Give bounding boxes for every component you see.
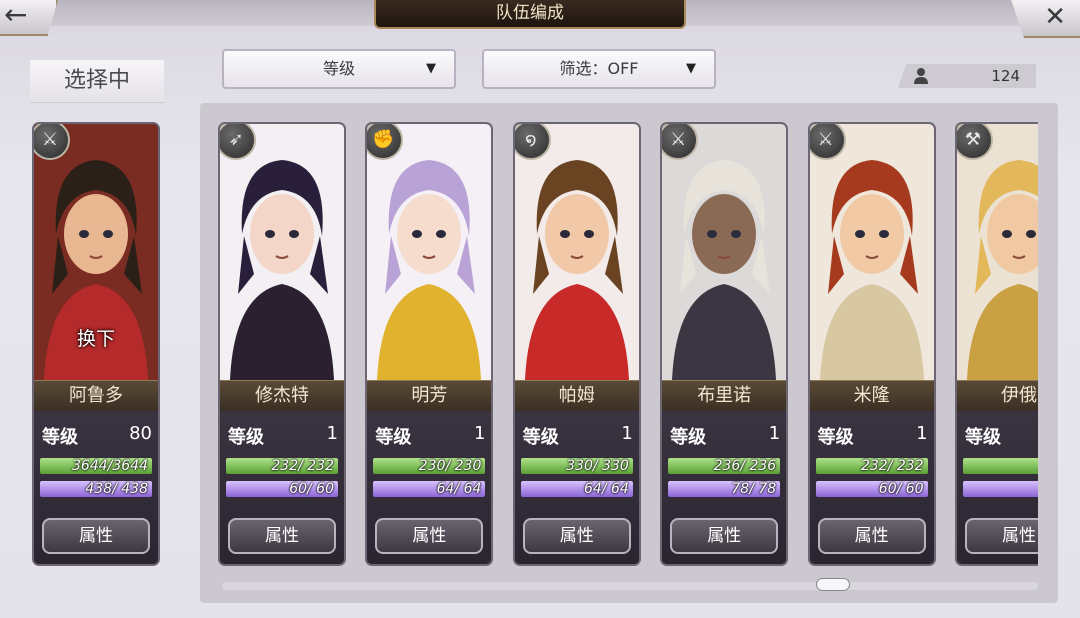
character-stats: 等级 1 232/ 232 60/ 60 属性 [809,411,934,564]
level-value: 1 [326,423,338,444]
mp-bar: 64/ 64 [373,481,486,497]
portrait-frame [957,124,1038,380]
character-portrait [220,124,344,380]
roster-count: 124 [898,64,1036,88]
character-name: 修杰特 [220,380,344,412]
level-value: 1 [473,423,486,444]
portrait-frame [662,124,787,380]
character-stats: 等级 1 232/ 232 60/ 60 属性 [220,411,344,564]
level-value: 1 [916,423,928,444]
hp-bar: 232/ 232 [226,458,338,474]
portrait-frame [809,124,934,380]
portrait-frame [514,124,639,380]
swap-out-label[interactable]: 换下 [34,324,158,351]
portrait-frame [367,124,492,380]
roster-list[interactable]: ➶ 修杰特 等级 1 232/ 232 60/ 60 属性 ✊ 明芳 等级 1 [210,118,1038,578]
page-title: 队伍编成 [374,0,686,29]
filter-dropdown-label: 筛选：OFF [559,59,639,78]
level-row: 等级 80 [42,423,154,449]
roster-card[interactable]: ⚒ 伊俄 等级 1 236/ 78/ 属性 [955,122,1038,566]
roster-card[interactable]: ⚔ 布里诺 等级 1 236/ 236 78/ 78 属性 [660,122,789,566]
level-label: 等级 [670,427,707,448]
character-portrait [809,124,934,380]
level-label: 等级 [375,427,412,448]
roster-card[interactable]: ➶ 修杰特 等级 1 232/ 232 60/ 60 属性 [218,122,346,566]
character-name: 阿鲁多 [34,380,158,412]
attributes-button[interactable]: 属性 [375,518,484,554]
character-stats: 等级 1 236/ 236 78/ 78 属性 [662,411,787,564]
roster-card[interactable]: ໑ 帕姆 等级 1 330/ 330 64/ 64 属性 [512,122,641,566]
mp-bar: 78/ 78 [668,481,781,497]
level-label: 等级 [965,427,1001,448]
mp-bar: 60/ 60 [226,481,338,497]
roster-card[interactable]: ⚔ 米隆 等级 1 232/ 232 60/ 60 属性 [807,122,936,566]
level-label: 等级 [817,427,854,448]
attributes-button[interactable]: 属性 [817,518,926,554]
character-name: 伊俄 [957,380,1038,412]
attributes-button[interactable]: 属性 [965,518,1038,554]
character-portrait [662,124,787,380]
mp-bar: 64/ 64 [520,481,633,497]
mp-bar: 60/ 60 [815,481,928,497]
character-name: 米隆 [809,380,934,412]
level-row: 等级 1 [228,423,340,449]
level-value: 1 [621,423,633,444]
mp-bar: 438/ 438 [40,481,152,497]
level-row: 等级 1 [670,423,782,449]
level-row: 等级 1 [375,423,487,449]
chevron-down-icon: ▼ [426,61,436,76]
sort-dropdown-label: 等级 [322,59,355,78]
hp-bar: 236/ 236 [668,458,781,474]
chevron-down-icon: ▼ [686,61,696,76]
attributes-button[interactable]: 属性 [670,518,779,554]
roster-card[interactable]: ✊ 明芳 等级 1 230/ 230 64/ 64 属性 [365,122,494,566]
hp-bar: 3644/3644 [40,458,152,474]
character-stats: 等级 1 230/ 230 64/ 64 属性 [367,411,492,564]
attributes-button[interactable]: 属性 [522,518,631,554]
character-stats: 等级 80 3644/3644 438/ 438 属性 [34,411,158,564]
level-value: 80 [129,423,152,444]
mp-bar: 78/ [963,481,1038,497]
close-icon: ✕ [1044,2,1066,32]
hp-bar: 330/ 330 [520,458,633,474]
character-portrait [367,124,492,380]
character-portrait [957,124,1038,380]
attributes-button[interactable]: 属性 [42,518,150,554]
character-name: 帕姆 [514,380,639,412]
sort-dropdown[interactable]: 等级 ▼ [222,49,456,89]
back-arrow-icon: ← [4,0,28,31]
hp-bar: 232/ 232 [815,458,928,474]
character-portrait [514,124,639,380]
scrollbar-thumb[interactable] [816,578,850,591]
character-stats: 等级 1 330/ 330 64/ 64 属性 [514,411,639,564]
sword-icon: ⚔ [809,124,846,160]
current-character-card[interactable]: ⚔ 换下 阿鲁多 等级 80 3644/3644 438/ 438 属性 [32,122,160,566]
level-label: 等级 [522,427,559,448]
hp-bar: 230/ 230 [373,458,486,474]
level-value: 1 [768,423,781,444]
attributes-button[interactable]: 属性 [228,518,336,554]
level-row: 等级 1 [818,423,930,449]
character-stats: 等级 1 236/ 78/ 属性 [957,411,1038,564]
level-label: 等级 [228,427,264,448]
level-row: 等级 1 [965,423,1038,449]
hp-bar: 236/ [963,458,1038,474]
level-label: 等级 [42,427,78,448]
level-row: 等级 1 [523,423,635,449]
character-name: 明芳 [367,380,492,412]
user-icon [914,68,928,84]
selecting-label: 选择中 [30,60,164,103]
scrollbar-track[interactable] [222,582,1038,590]
roster-count-value: 124 [991,67,1020,85]
back-button[interactable]: ← [0,0,58,36]
filter-dropdown[interactable]: 筛选：OFF ▼ [482,49,716,89]
character-name: 布里诺 [662,380,787,412]
portrait-frame [220,124,344,380]
